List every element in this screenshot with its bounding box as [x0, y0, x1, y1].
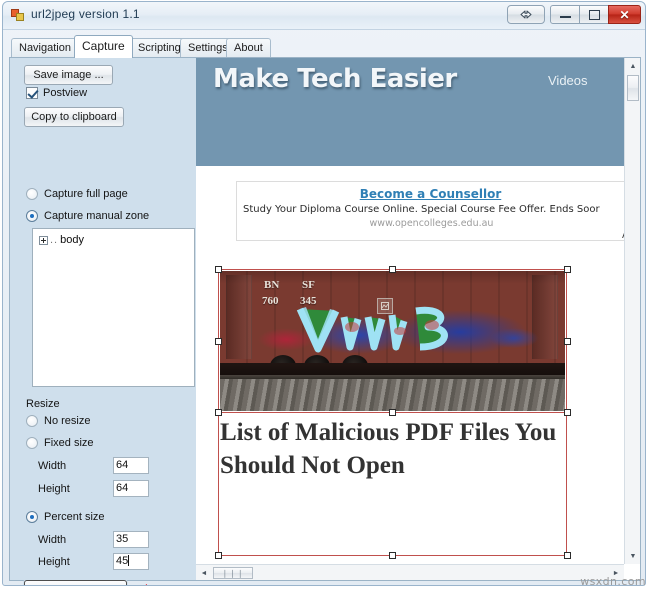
fixed-width-input[interactable]: 64: [113, 457, 149, 474]
maximize-icon: [580, 6, 608, 23]
percent-height-input[interactable]: 45: [113, 553, 149, 570]
tree-node-label: body: [60, 234, 84, 246]
selection-handle[interactable]: [564, 266, 571, 273]
tab-navigation[interactable]: Navigation: [11, 38, 79, 57]
plus-icon[interactable]: [39, 235, 48, 245]
percent-width-input[interactable]: 35: [113, 531, 149, 548]
capture-manual-zone-label: Capture manual zone: [44, 210, 150, 222]
photo-stencil-bn: BN: [264, 279, 280, 291]
title-bar: url2jpeg version 1.1 ✕: [3, 2, 645, 30]
scroll-left-arrow-icon[interactable]: ◄: [196, 565, 212, 580]
close-button[interactable]: ✕: [608, 5, 641, 24]
article-photo[interactable]: BN SF 760 345: [220, 271, 565, 411]
scroll-thumb-grip: ❘❘❘: [221, 568, 245, 578]
capture-options-panel: Save image ... Postview Copy to clipboar…: [10, 58, 196, 585]
postview-checkbox[interactable]: Postview: [26, 87, 87, 99]
tab-capture[interactable]: Capture: [74, 35, 133, 58]
dom-tree-view[interactable]: .. body: [32, 228, 195, 387]
add-to-script-button[interactable]: Add to script: [24, 580, 127, 585]
selection-handle[interactable]: [215, 266, 222, 273]
image-watermark: wsxdn.com: [580, 575, 646, 588]
broken-image-icon: [377, 298, 393, 314]
horizontal-scroll-thumb[interactable]: ❘❘❘: [213, 567, 253, 579]
selection-handle[interactable]: [215, 552, 222, 559]
application-window: url2jpeg version 1.1 ✕ Navigation Captur…: [2, 1, 646, 586]
photo-stencil-345: 345: [300, 295, 317, 307]
radio-percent-size[interactable]: Percent size: [26, 511, 105, 523]
maximize-button[interactable]: [579, 5, 609, 24]
text-caret: [128, 555, 130, 566]
postview-label: Postview: [43, 87, 88, 99]
ad-display-url: www.opencolleges.edu.au: [369, 218, 494, 229]
fixed-width-label: Width: [38, 460, 67, 472]
no-resize-label: No resize: [44, 415, 91, 427]
site-nav-videos[interactable]: Videos: [548, 73, 588, 88]
advertisement-block[interactable]: Become a Counsellor Study Your Diploma C…: [236, 181, 625, 241]
fixed-height-input[interactable]: 64: [113, 480, 149, 497]
selection-handle[interactable]: [215, 409, 222, 416]
tree-node-body[interactable]: .. body: [39, 234, 84, 246]
restore-size-button[interactable]: [507, 5, 545, 24]
tree-dots: ..: [50, 234, 59, 246]
radio-fixed-size[interactable]: Fixed size: [26, 437, 94, 449]
selection-handle[interactable]: [389, 266, 396, 273]
selection-handle[interactable]: [215, 338, 222, 345]
client-area: Save image ... Postview Copy to clipboar…: [9, 57, 641, 585]
selection-handle[interactable]: [564, 409, 571, 416]
rendered-web-page: Make Tech Easier Videos Become a Counsel…: [196, 58, 625, 560]
ad-description: Study Your Diploma Course Online. Specia…: [243, 204, 600, 215]
minimize-icon: [551, 6, 579, 23]
radio-capture-full-page[interactable]: Capture full page: [26, 188, 128, 200]
site-title: Make Tech Easier: [213, 64, 457, 94]
tab-strip: Navigation Capture Scripting Settings Ab…: [11, 35, 645, 58]
radio-capture-manual-zone[interactable]: Capture manual zone: [26, 210, 149, 222]
selection-handle[interactable]: [564, 338, 571, 345]
radio-icon: [26, 188, 38, 200]
scroll-up-arrow-icon[interactable]: ▲: [625, 58, 640, 74]
photo-stencil-760: 760: [262, 295, 279, 307]
resize-group-label: Resize: [26, 398, 60, 410]
article-headline: List of Malicious PDF Files You Should N…: [220, 419, 557, 479]
vertical-scrollbar[interactable]: ▲ ▼: [624, 58, 640, 564]
selection-handle[interactable]: [564, 552, 571, 559]
scroll-down-arrow-icon[interactable]: ▼: [625, 548, 640, 564]
radio-icon-selected: [26, 210, 38, 222]
checkbox-icon: [26, 87, 38, 99]
save-image-button[interactable]: Save image ...: [24, 65, 113, 85]
percent-width-label: Width: [38, 534, 67, 546]
web-preview-viewport[interactable]: Make Tech Easier Videos Become a Counsel…: [196, 58, 640, 580]
radio-no-resize[interactable]: No resize: [26, 415, 90, 427]
percent-height-value: 45: [116, 555, 129, 567]
ad-headline-link[interactable]: Become a Counsellor: [237, 187, 624, 201]
radio-icon-selected: [26, 511, 38, 523]
fixed-height-label: Height: [38, 483, 70, 495]
site-header-banner: Make Tech Easier Videos: [196, 58, 625, 166]
radio-icon: [26, 437, 38, 449]
fixed-size-label: Fixed size: [44, 437, 94, 449]
vertical-scroll-thumb[interactable]: [627, 75, 639, 101]
percent-size-label: Percent size: [44, 511, 105, 523]
minimize-button[interactable]: [550, 5, 580, 24]
copy-to-clipboard-button[interactable]: Copy to clipboard: [24, 107, 124, 127]
photo-stencil-sf: SF: [302, 279, 315, 291]
selection-handle[interactable]: [389, 552, 396, 559]
horizontal-scrollbar[interactable]: ◄ ❘❘❘ ►: [196, 564, 624, 580]
red-left-arrow-icon: [128, 583, 194, 585]
app-icon: [11, 8, 25, 22]
window-title: url2jpeg version 1.1: [31, 7, 140, 21]
radio-icon: [26, 415, 38, 427]
resize-arrows-icon: [508, 6, 544, 23]
photo-track-ballast: [220, 379, 565, 411]
selection-handle[interactable]: [389, 409, 396, 416]
tab-about[interactable]: About: [226, 38, 271, 57]
capture-full-page-label: Capture full page: [44, 188, 128, 200]
close-icon: ✕: [619, 7, 630, 22]
percent-height-label: Height: [38, 556, 70, 568]
